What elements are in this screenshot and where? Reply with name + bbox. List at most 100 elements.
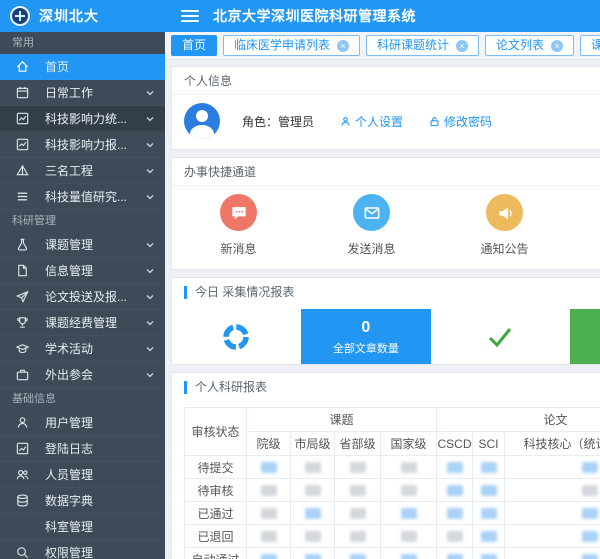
blurred-value	[350, 485, 366, 496]
row-label: 待提交	[185, 456, 247, 479]
triangle-icon	[14, 163, 30, 179]
sidebar-item-tech-influence-stats[interactable]: 科技影响力统...	[0, 106, 165, 132]
avatar	[184, 103, 220, 139]
tab-bar: 首页 临床医学申请列表× 科研课题统计× 论文列表× 课题费用报表× 用户列表×	[165, 32, 600, 60]
row-label: 已通过	[185, 502, 247, 525]
sidebar-item-info-mgmt[interactable]: 信息管理	[0, 258, 165, 284]
sidebar-item-permission-mgmt[interactable]: 权限管理	[0, 540, 165, 559]
chevron-down-icon	[145, 266, 155, 276]
sidebar-item-label: 科技影响力报...	[45, 136, 145, 153]
quick-item-label: 通知公告	[480, 240, 528, 257]
blurred-value	[481, 508, 497, 519]
close-icon[interactable]: ×	[456, 40, 468, 52]
sidebar-item-academic-activities[interactable]: 学术活动	[0, 336, 165, 362]
sidebar-item-conference-travel[interactable]: 外出参会	[0, 362, 165, 388]
blurred-value	[305, 531, 321, 542]
blurred-value	[447, 531, 463, 542]
home-icon	[14, 59, 30, 75]
blurred-value	[401, 462, 417, 473]
blurred-value	[481, 462, 497, 473]
tab-paper-list[interactable]: 论文列表×	[485, 35, 574, 56]
table-row: 待审核	[185, 479, 600, 502]
sidebar: 常用 首页 日常工作 科技影响力统... 科技影响力报... 三名工程 科技量值…	[0, 32, 165, 559]
sidebar-item-project-funding[interactable]: 课题经费管理	[0, 310, 165, 336]
logo-text: 深圳北大	[39, 6, 99, 26]
app-title: 北京大学深圳医院科研管理系统	[213, 6, 416, 26]
close-icon[interactable]: ×	[551, 40, 563, 52]
sidebar-item-daily-work[interactable]: 日常工作	[0, 80, 165, 106]
row-label: 自动通过	[185, 548, 247, 559]
tab-research-project-stats[interactable]: 科研课题统计×	[366, 35, 479, 56]
hamburger-menu-icon[interactable]	[181, 10, 199, 22]
col-header: 国家级	[381, 432, 437, 456]
stat-row: 0 全部文章数量	[172, 309, 600, 364]
sidebar-item-user-mgmt[interactable]: 用户管理	[0, 410, 165, 436]
calendar-icon	[14, 85, 30, 101]
sidebar-item-department-mgmt[interactable]: 科室管理	[0, 514, 165, 540]
blurred-value	[481, 531, 497, 542]
col-group-papers: 论文	[437, 408, 600, 432]
sidebar-item-data-dictionary[interactable]: 数据字典	[0, 488, 165, 514]
quick-send-message[interactable]: 发送消息	[305, 194, 438, 257]
sidebar-item-label: 日常工作	[45, 84, 145, 101]
tab-home[interactable]: 首页	[171, 35, 217, 56]
sidebar-item-label: 数据字典	[45, 492, 155, 509]
stat-value: 0	[361, 318, 370, 338]
sidebar-item-project-mgmt[interactable]: 课题管理	[0, 232, 165, 258]
stat-green-box[interactable]	[570, 309, 600, 364]
loading-spinner-icon	[172, 309, 301, 364]
col-header: CSCD	[437, 432, 473, 456]
sidebar-item-paper-submission[interactable]: 论文投送及报...	[0, 284, 165, 310]
chart-icon	[14, 137, 30, 153]
blurred-value	[305, 485, 321, 496]
file-icon	[14, 263, 30, 279]
col-header: 院级	[247, 432, 291, 456]
blurred-value	[261, 485, 277, 496]
accent-bar	[184, 381, 187, 394]
sidebar-item-label: 外出参会	[45, 366, 145, 383]
chevron-down-icon	[145, 292, 155, 302]
stat-total-articles[interactable]: 0 全部文章数量	[301, 309, 431, 364]
chevron-down-icon	[145, 240, 155, 250]
blurred-value	[582, 462, 598, 473]
tab-label: 临床医学申请列表	[234, 36, 330, 55]
quick-new-messages[interactable]: 新消息	[172, 194, 305, 257]
blurred-value	[447, 462, 463, 473]
role-label: 角色：	[242, 115, 278, 129]
link-label: 修改密码	[444, 113, 492, 130]
sidebar-item-label: 用户管理	[45, 414, 155, 431]
sidebar-item-tech-influence-report[interactable]: 科技影响力报...	[0, 132, 165, 158]
quick-announcements[interactable]: 通知公告	[438, 194, 571, 257]
change-password-link[interactable]: 修改密码	[429, 113, 492, 130]
sidebar-item-three-famous-project[interactable]: 三名工程	[0, 158, 165, 184]
link-label: 个人设置	[355, 113, 403, 130]
sidebar-item-label: 三名工程	[45, 162, 145, 179]
chevron-down-icon	[145, 140, 155, 150]
chat-bubble-icon	[220, 194, 257, 231]
sidebar-item-personnel-mgmt[interactable]: 人员管理	[0, 462, 165, 488]
blurred-value	[350, 462, 366, 473]
tab-clinical-application-list[interactable]: 临床医学申请列表 ×	[223, 35, 360, 56]
accent-bar	[184, 286, 187, 299]
sidebar-item-login-log[interactable]: 登陆日志	[0, 436, 165, 462]
blurred-value	[447, 485, 463, 496]
table-row: 自动通过	[185, 548, 600, 559]
tab-project-expense-report[interactable]: 课题费用报表×	[580, 35, 600, 56]
panel-title-text: 个人科研报表	[195, 373, 267, 401]
personal-settings-link[interactable]: 个人设置	[340, 113, 403, 130]
blurred-value	[447, 508, 463, 519]
sidebar-item-tech-value-research[interactable]: 科技量值研究...	[0, 184, 165, 210]
row-label: 待审核	[185, 479, 247, 502]
megaphone-icon	[486, 194, 523, 231]
chart-icon	[14, 441, 30, 457]
close-icon[interactable]: ×	[337, 40, 349, 52]
chevron-down-icon	[145, 370, 155, 380]
blurred-value	[401, 554, 417, 559]
sidebar-item-home[interactable]: 首页	[0, 54, 165, 80]
chevron-down-icon	[145, 114, 155, 124]
report-table-wrap: 审核状态 课题 论文 院级 市局级 省部级 国家级 CSCD SCI 科技核心（…	[172, 401, 600, 559]
panel-personal-info: 个人信息 角色：管理员 个人设置 修改密码	[171, 66, 600, 150]
sidebar-section-basic-info: 基础信息	[0, 388, 165, 410]
col-group-projects: 课题	[247, 408, 437, 432]
flask-icon	[14, 237, 30, 253]
